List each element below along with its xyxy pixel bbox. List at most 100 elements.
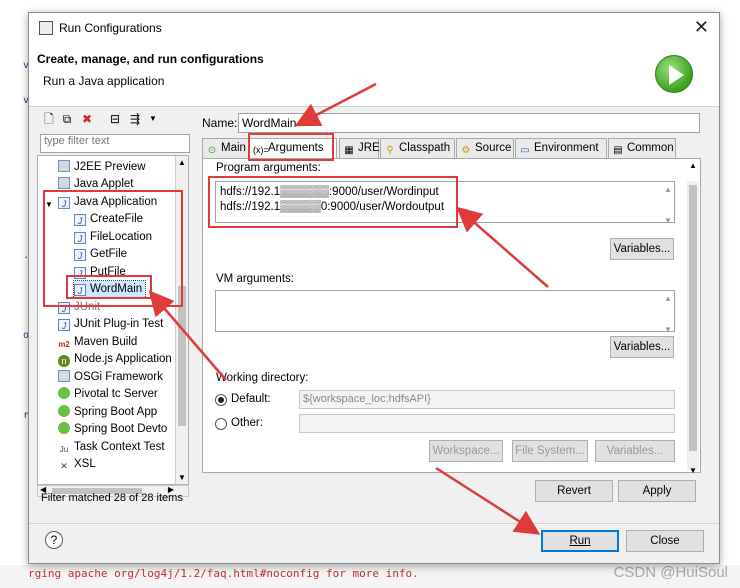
other-label: Other: (231, 417, 263, 429)
tab-jre[interactable]: ▦ JRE (339, 138, 380, 158)
delete-config-icon[interactable]: ✖ (79, 111, 95, 127)
collapse-all-icon[interactable]: ⊟ (107, 111, 123, 127)
textarea-scrollbar[interactable]: ▲ ▼ (662, 291, 674, 334)
footer-separator (29, 523, 719, 524)
tree-item[interactable]: J GetFile (74, 246, 127, 263)
tree-item[interactable]: J PutFile (74, 264, 126, 281)
revert-button[interactable]: Revert (535, 480, 613, 502)
default-directory-field: ${workspace_loc:hdfsAPI} (299, 390, 675, 409)
textarea-scrollbar[interactable]: ▲ ▼ (662, 182, 674, 225)
duplicate-config-icon[interactable]: ⧉ (59, 111, 75, 127)
task-icon: Ju (59, 445, 69, 454)
tab-main[interactable]: ⊙ Main (202, 138, 249, 158)
program-arguments-label: Program arguments: (216, 162, 321, 174)
tree-item[interactable]: J CreateFile (74, 211, 143, 228)
tab-arguments[interactable]: (x)=Arguments (249, 138, 337, 159)
program-variables-button[interactable]: Variables... (610, 238, 674, 260)
close-icon[interactable]: ✕ (694, 17, 709, 38)
program-arguments-input[interactable]: hdfs://192.1▒▒▒▒▒▒:9000/user/Wordinput h… (215, 181, 675, 225)
dialog-banner: Create, manage, and run configurations R… (29, 43, 719, 107)
config-tree: J2EE Preview Java Applet ▼ J Java Applicat… (37, 155, 189, 485)
maven-icon: m2 (58, 340, 70, 349)
title-bar: Run Configurations ✕ (29, 13, 719, 43)
apply-button[interactable]: Apply (618, 480, 696, 502)
vm-arguments-input[interactable]: ▲ ▼ (215, 290, 675, 334)
tree-item[interactable]: Spring Boot App (58, 404, 157, 421)
default-label: Default: (231, 393, 271, 405)
tree-item-java-application[interactable]: ▼ J Java Application (44, 194, 157, 211)
arguments-tab-icon: (x)= (253, 145, 269, 155)
run-button[interactable]: Run (541, 530, 619, 552)
run-logo-icon (655, 55, 693, 93)
tab-classpath[interactable]: ⚲ Classpath (380, 138, 455, 158)
program-argument-line: hdfs://192.1▒▒▒▒▒0:9000/user/Wordoutput (220, 201, 445, 213)
tree-item[interactable]: m2 Maven Build (58, 334, 137, 351)
tree-item[interactable]: J JUnit Plug-in Test (58, 316, 163, 333)
panel-scrollbar[interactable]: ▲ ▼ (687, 161, 699, 475)
expand-chevron-icon[interactable]: ▼ (44, 199, 54, 211)
tree-item[interactable]: J2EE Preview (58, 159, 146, 176)
working-directory-label: Working directory: (216, 372, 309, 384)
tree-scrollbar[interactable]: ▲ ▼ (175, 156, 188, 484)
java-doc-icon: J (74, 214, 86, 226)
tree-item[interactable]: J FileLocation (74, 229, 152, 246)
other-radio[interactable] (215, 418, 227, 430)
nodejs-icon: n (58, 355, 70, 367)
java-doc-icon: J (74, 267, 86, 279)
tree-item[interactable]: Spring Boot Devto (58, 421, 167, 438)
classpath-tab-icon: ⚲ (386, 145, 394, 156)
vm-variables-button[interactable]: Variables... (610, 336, 674, 358)
help-icon[interactable]: ? (45, 531, 63, 549)
program-argument-line: hdfs://192.1▒▒▒▒▒▒:9000/user/Wordinput (220, 186, 439, 198)
scroll-down-icon[interactable]: ▼ (689, 466, 697, 475)
filter-config-icon[interactable]: ⇶ (127, 111, 143, 127)
tree-item[interactable]: OSGi Framework (58, 369, 163, 386)
workdir-variables-button[interactable]: Variables... (595, 440, 675, 462)
java-doc-icon: J (74, 284, 86, 296)
tab-bar: ⊙ Main (x)=Arguments ▦ JRE ⚲ Classpath ⚙ Sou… (202, 138, 702, 159)
xsl-icon: ✕ (60, 461, 68, 471)
tree-item[interactable]: n Node.js Application (58, 351, 172, 368)
banner-title: Create, manage, and run configurations (37, 52, 264, 66)
scroll-up-icon[interactable]: ▲ (689, 161, 697, 170)
scroll-up-icon[interactable]: ▲ (178, 158, 186, 167)
tree-item[interactable]: Pivotal tc Server (58, 386, 158, 403)
j2ee-icon (58, 160, 70, 172)
name-label: Name: (202, 116, 238, 130)
run-configurations-dialog: Run Configurations ✕ Create, manage, and… (28, 12, 720, 564)
tree-item[interactable]: Java Applet (58, 176, 133, 193)
source-tab-icon: ⚙ (461, 145, 471, 156)
filter-input[interactable]: type filter text (40, 134, 190, 153)
arguments-panel: Program arguments: hdfs://192.1▒▒▒▒▒▒:90… (202, 158, 701, 475)
watermark: CSDN @HuiSoul (613, 564, 728, 581)
java-doc-icon: J (74, 232, 86, 244)
tab-common[interactable]: ▤ Common (608, 138, 676, 158)
common-tab-icon: ▤ (613, 145, 623, 156)
window-title: Run Configurations (59, 21, 162, 35)
chevron-down-icon[interactable]: ▼ (145, 111, 161, 127)
new-config-icon[interactable]: 🗋 (41, 111, 57, 127)
banner-subtitle: Run a Java application (43, 74, 165, 88)
background-editor (0, 0, 22, 588)
scroll-thumb[interactable] (689, 185, 697, 451)
scroll-down-icon[interactable]: ▼ (178, 473, 186, 482)
file-system-button[interactable]: File System... (512, 440, 588, 462)
spring-icon (58, 422, 70, 434)
vm-arguments-label: VM arguments: (216, 273, 294, 285)
close-button[interactable]: Close (626, 530, 704, 552)
name-input[interactable]: WordMain (238, 113, 700, 133)
other-directory-field[interactable] (299, 414, 675, 433)
tab-source[interactable]: ⚙ Source (456, 138, 514, 158)
junit-icon: J (58, 302, 70, 314)
workspace-button[interactable]: Workspace... (429, 440, 503, 462)
default-radio[interactable] (215, 394, 227, 406)
eclipse-window-icon (39, 21, 53, 35)
pivotal-icon (58, 387, 70, 399)
scroll-thumb[interactable] (178, 286, 186, 426)
tree-item-wordmain-selected[interactable]: J WordMain (72, 280, 147, 299)
tab-environment[interactable]: ▭ Environment (515, 138, 607, 158)
tree-item[interactable]: Ju Task Context Test (58, 439, 165, 456)
tree-item[interactable]: ✕ XSL (58, 456, 96, 473)
java-doc-icon: J (74, 249, 86, 261)
tree-item[interactable]: J JUnit (58, 299, 100, 316)
